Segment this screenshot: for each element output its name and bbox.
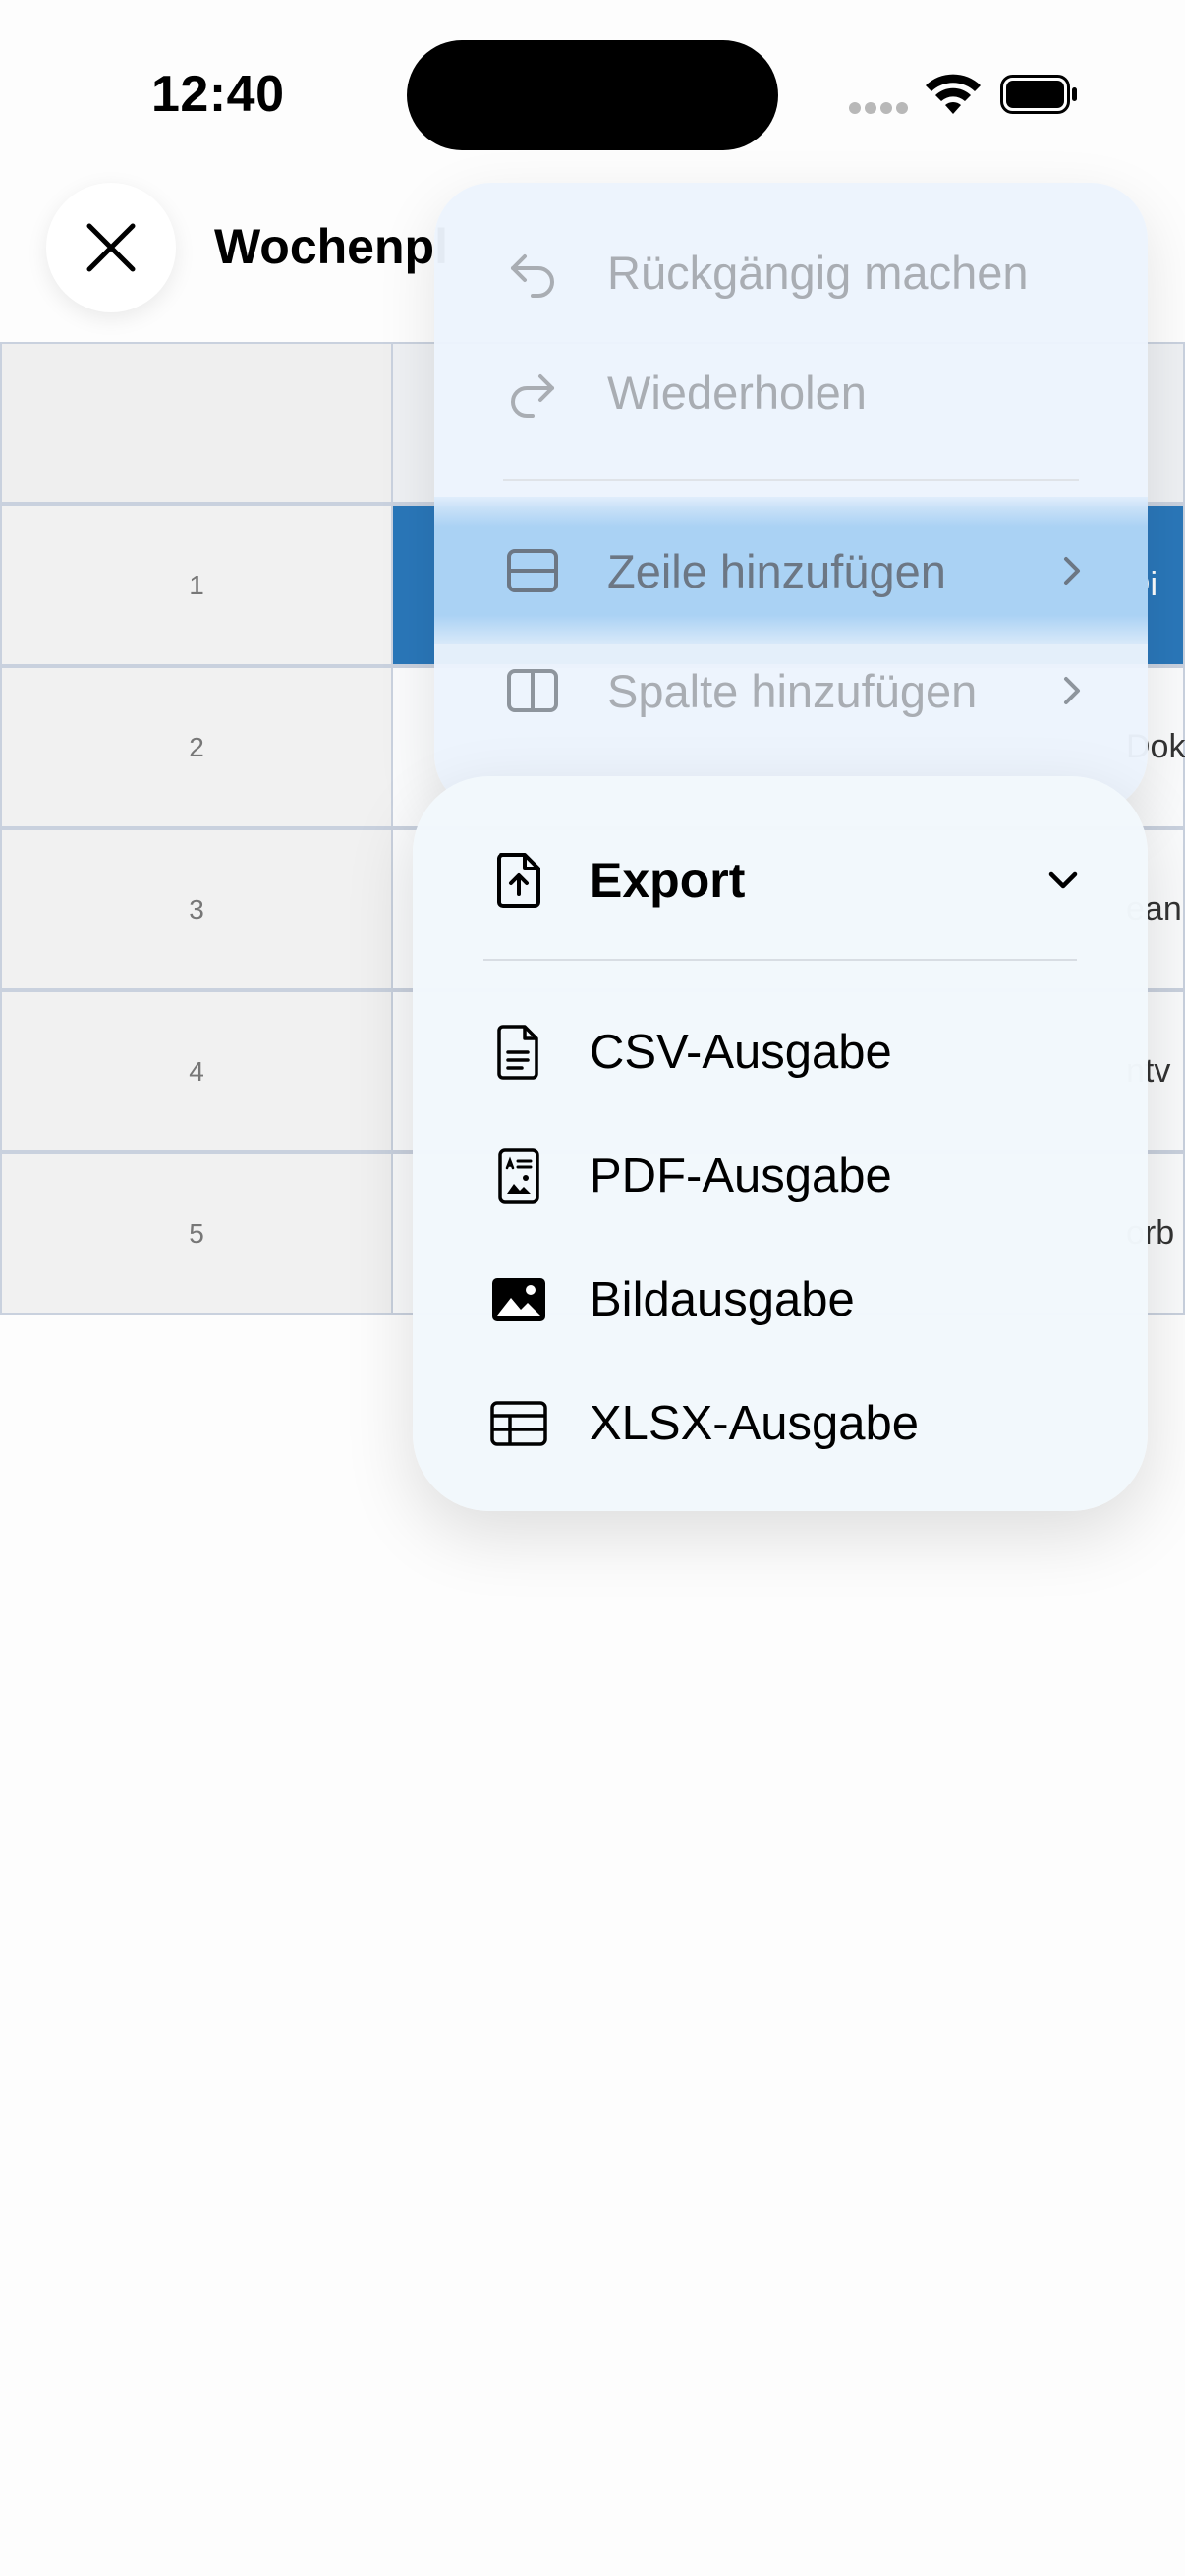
table-icon <box>490 1401 547 1446</box>
menu-divider <box>503 479 1079 481</box>
row-header-corner[interactable] <box>0 342 393 504</box>
image-export-label: Bildausgabe <box>590 1273 855 1326</box>
export-submenu: Export CSV-Ausgabe PDF-Ausgabe Bildausga <box>413 776 1148 1511</box>
export-divider <box>483 959 1077 961</box>
pdf-export-item[interactable]: PDF-Ausgabe <box>413 1122 1148 1230</box>
column-icon <box>507 669 558 712</box>
row-icon <box>507 549 558 592</box>
add-column-label: Spalte hinzufügen <box>607 664 978 717</box>
pdf-export-label: PDF-Ausgabe <box>590 1149 892 1203</box>
wifi-icon <box>926 74 981 114</box>
image-icon <box>492 1278 545 1321</box>
undo-menu-item[interactable]: Rückgängig machen <box>434 218 1148 326</box>
redo-menu-item[interactable]: Wiederholen <box>434 338 1148 446</box>
status-time: 12:40 <box>151 66 285 123</box>
close-button[interactable] <box>46 183 176 312</box>
image-export-item[interactable]: Bildausgabe <box>413 1246 1148 1354</box>
csv-file-icon <box>497 1025 538 1080</box>
row-number[interactable]: 2 <box>0 666 393 828</box>
chevron-right-icon <box>1064 557 1080 585</box>
chevron-down-icon <box>1048 871 1078 889</box>
redo-label: Wiederholen <box>607 365 867 419</box>
add-row-menu-item[interactable]: Zeile hinzufügen <box>434 497 1148 644</box>
row-number[interactable]: 1 <box>0 504 393 666</box>
close-icon <box>86 223 136 272</box>
chevron-right-icon <box>1064 677 1080 704</box>
row-number[interactable]: 4 <box>0 990 393 1152</box>
export-title: Export <box>590 853 746 908</box>
dynamic-island <box>407 40 778 150</box>
csv-export-item[interactable]: CSV-Ausgabe <box>413 998 1148 1106</box>
redo-icon <box>511 374 554 418</box>
export-header[interactable]: Export <box>413 831 1148 929</box>
undo-label: Rückgängig machen <box>607 246 1029 299</box>
add-row-label: Zeile hinzufügen <box>607 544 946 597</box>
add-column-menu-item[interactable]: Spalte hinzufügen <box>434 637 1148 745</box>
cellular-signal-icon <box>849 102 908 116</box>
pdf-file-icon <box>498 1148 539 1204</box>
row-number[interactable]: 5 <box>0 1152 393 1315</box>
xlsx-export-label: XLSX-Ausgabe <box>590 1397 920 1450</box>
battery-icon <box>1000 75 1077 114</box>
context-menu: Rückgängig machen Wiederholen Zeile hinz… <box>434 183 1148 812</box>
row-number[interactable]: 3 <box>0 828 393 990</box>
xlsx-export-item[interactable]: XLSX-Ausgabe <box>413 1370 1148 1478</box>
page-title: Wochenpl <box>214 219 448 274</box>
file-export-icon <box>497 853 540 908</box>
csv-export-label: CSV-Ausgabe <box>590 1026 892 1079</box>
undo-icon <box>511 254 554 298</box>
